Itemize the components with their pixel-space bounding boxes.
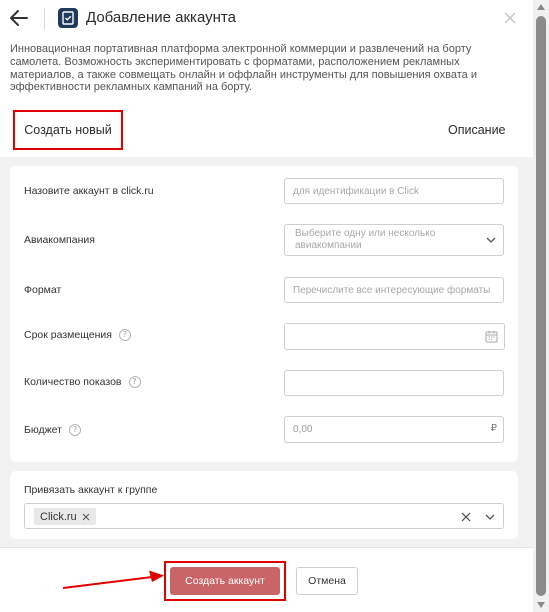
airline-placeholder: Выберите одну или несколько авиакомпании xyxy=(295,228,436,251)
calendar-icon[interactable] xyxy=(485,330,498,343)
chevron-down-icon[interactable] xyxy=(485,512,495,522)
impressions-label: Количество показов ? xyxy=(24,376,141,388)
airline-label: Авиакомпания xyxy=(24,234,95,246)
budget-label-text: Бюджет xyxy=(24,424,62,436)
dialog-header: Добавление аккаунта xyxy=(0,0,533,38)
scroll-down-icon[interactable] xyxy=(537,602,545,608)
group-chip-label: Click.ru xyxy=(40,510,77,523)
impressions-input[interactable] xyxy=(284,370,504,396)
chevron-down-icon xyxy=(486,237,496,243)
budget-help-icon[interactable]: ? xyxy=(69,424,81,436)
arrow-right-icon xyxy=(62,570,164,589)
scroll-up-icon[interactable] xyxy=(537,4,545,10)
account-name-input[interactable]: для идентификации в Click xyxy=(284,178,504,204)
period-label: Срок размещения ? xyxy=(24,329,131,341)
format-label: Формат xyxy=(24,284,61,296)
group-label: Привязать аккаунт к группе xyxy=(24,484,157,496)
account-name-label: Назовите аккаунт в click.ru xyxy=(24,185,154,197)
group-label-text: Привязать аккаунт к группе xyxy=(24,484,158,496)
tab-bar: Создать новый Описание xyxy=(0,105,533,157)
budget-value: 0,00 xyxy=(293,424,313,435)
header-divider xyxy=(44,8,45,30)
period-help-icon[interactable]: ? xyxy=(118,329,131,341)
account-name-placeholder: для идентификации в Click xyxy=(293,185,419,197)
budget-label: Бюджет ? xyxy=(24,424,81,436)
tab-create-new[interactable]: Создать новый xyxy=(13,110,123,150)
impressions-label-text: Количество показов xyxy=(24,376,122,388)
group-select[interactable]: Click.ru xyxy=(24,503,504,529)
cancel-button[interactable]: Отмена xyxy=(296,567,358,595)
format-label-text: Формат xyxy=(24,284,62,296)
airline-select[interactable]: Выберите одну или несколько авиакомпании xyxy=(284,224,504,256)
arrow-left-icon[interactable] xyxy=(8,7,30,29)
airline-label-text: Авиакомпания xyxy=(24,234,95,246)
account-name-label-text: Назовите аккаунт в click.ru xyxy=(24,185,154,197)
tab-description[interactable]: Описание xyxy=(448,123,506,137)
create-account-button[interactable]: Создать аккаунт xyxy=(170,567,280,595)
clear-icon[interactable] xyxy=(461,512,471,522)
chip-remove-icon[interactable] xyxy=(82,513,90,521)
period-date-input[interactable] xyxy=(284,323,505,350)
clipboard-icon xyxy=(58,8,78,28)
scrollbar-thumb[interactable] xyxy=(536,16,546,596)
format-placeholder: Перечислите все интересующие форматы xyxy=(293,284,491,296)
dialog-title: Добавление аккаунта xyxy=(86,9,236,26)
impressions-help-icon[interactable]: ? xyxy=(128,376,141,388)
format-input[interactable]: Перечислите все интересующие форматы xyxy=(284,277,504,303)
budget-input[interactable]: 0,00 ₽ xyxy=(284,416,504,443)
currency-symbol: ₽ xyxy=(490,423,497,434)
group-chip: Click.ru xyxy=(34,508,96,525)
platform-description: Инновационная портативная платформа элек… xyxy=(10,43,477,94)
close-icon[interactable] xyxy=(502,10,518,26)
period-label-text: Срок размещения xyxy=(24,329,112,341)
